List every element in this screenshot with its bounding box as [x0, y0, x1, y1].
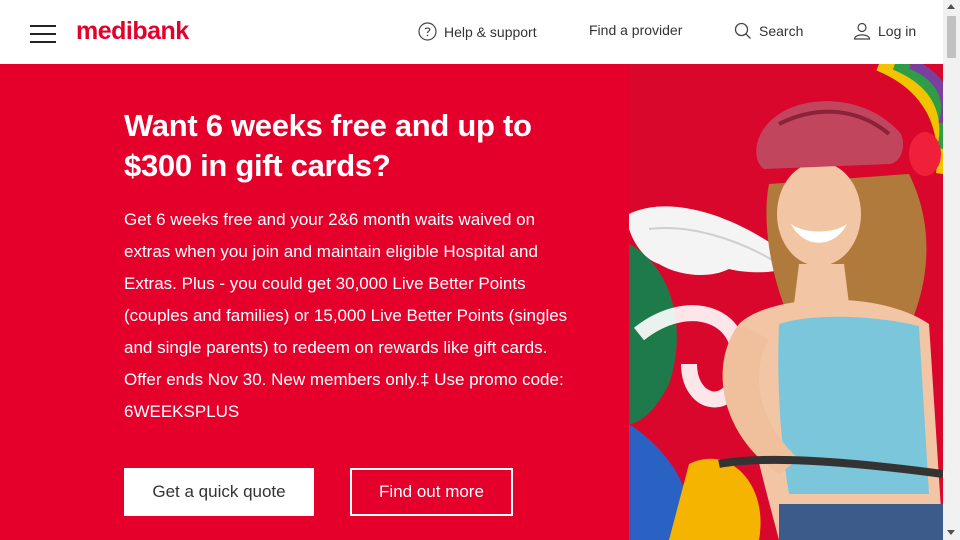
find-out-more-button[interactable]: Find out more	[350, 468, 513, 516]
menu-line	[30, 41, 56, 43]
search-label: Search	[759, 23, 804, 39]
help-support-label: Help & support	[444, 23, 537, 40]
search-button[interactable]: Search	[734, 22, 803, 40]
find-provider-label: Find a provider	[589, 22, 683, 38]
cyclist-illustration	[629, 64, 943, 540]
scroll-up-arrow-icon[interactable]	[947, 4, 955, 9]
help-support-link[interactable]: Help & support	[418, 22, 537, 41]
question-circle-icon	[418, 22, 437, 41]
hamburger-menu-icon[interactable]	[30, 22, 56, 44]
log-in-link[interactable]: Log in	[853, 22, 916, 40]
hero-image-cyclist	[629, 64, 943, 540]
hero-body-text: Get 6 weeks free and your 2&6 month wait…	[124, 210, 568, 421]
log-in-label: Log in	[878, 23, 917, 39]
scroll-down-arrow-icon[interactable]	[947, 530, 955, 535]
hero-title: Want 6 weeks free and up to $300 in gift…	[124, 108, 532, 183]
menu-line	[30, 25, 56, 27]
page-scrollbar[interactable]	[943, 0, 960, 540]
search-icon	[734, 22, 751, 39]
get-quote-button[interactable]: Get a quick quote	[124, 468, 314, 516]
user-icon	[853, 22, 871, 40]
scroll-thumb[interactable]	[947, 16, 956, 58]
menu-line	[30, 33, 56, 35]
find-provider-link[interactable]: Find a provider	[589, 22, 682, 38]
medibank-logo[interactable]: medibank	[76, 17, 189, 46]
promo-hero: Want 6 weeks free and up to $300 in gift…	[0, 64, 629, 540]
site-header: medibank Help & support Find a provider …	[0, 0, 943, 64]
